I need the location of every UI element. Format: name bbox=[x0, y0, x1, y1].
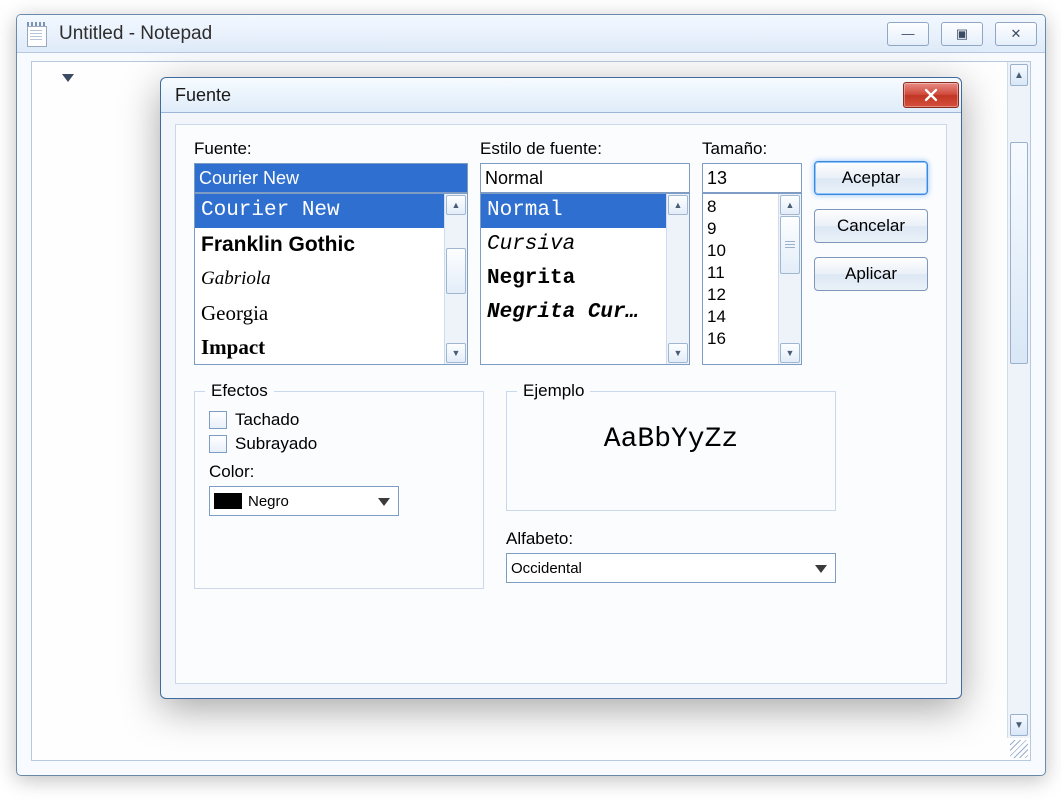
close-icon bbox=[924, 88, 938, 102]
font-listbox[interactable]: Courier New Franklin Gothic Gabriola Geo… bbox=[194, 193, 468, 365]
list-item[interactable]: 16 bbox=[707, 328, 775, 350]
script-combobox[interactable]: Occidental bbox=[506, 553, 836, 583]
dialog-title: Fuente bbox=[175, 85, 231, 106]
scroll-down-icon[interactable]: ▼ bbox=[446, 343, 466, 363]
list-item[interactable]: 11 bbox=[707, 262, 775, 284]
color-swatch-icon bbox=[214, 493, 242, 509]
resize-grip-icon[interactable] bbox=[1010, 740, 1028, 758]
main-window-title: Untitled - Notepad bbox=[59, 23, 212, 45]
font-dialog: Fuente Fuente: Courier New Franklin Goth… bbox=[160, 77, 962, 699]
list-item[interactable]: Franklin Gothic bbox=[195, 228, 445, 262]
scroll-up-icon[interactable]: ▲ bbox=[446, 195, 466, 215]
apply-button[interactable]: Aplicar bbox=[814, 257, 928, 291]
list-item[interactable]: 8 bbox=[707, 196, 775, 218]
list-item[interactable]: Negrita Cur… bbox=[481, 296, 667, 330]
main-titlebar[interactable]: Untitled - Notepad ― ▣ ✕ bbox=[17, 15, 1045, 53]
cancel-button[interactable]: Cancelar bbox=[814, 209, 928, 243]
effects-group: Efectos Tachado Subrayado Color: Negro bbox=[194, 391, 484, 589]
size-label: Tamaño: bbox=[702, 139, 802, 159]
list-item[interactable]: 10 bbox=[707, 240, 775, 262]
chevron-down-icon bbox=[378, 498, 390, 506]
strikeout-label: Tachado bbox=[235, 410, 299, 430]
list-item[interactable]: Impact bbox=[195, 330, 445, 364]
scroll-down-icon[interactable]: ▼ bbox=[1010, 714, 1028, 736]
style-list-scrollbar[interactable]: ▲ ▼ bbox=[666, 194, 689, 364]
color-label: Color: bbox=[209, 462, 469, 482]
underline-label: Subrayado bbox=[235, 434, 317, 454]
strikeout-checkbox[interactable]: Tachado bbox=[209, 410, 469, 430]
chevron-down-icon bbox=[815, 565, 827, 573]
size-listbox[interactable]: 8 9 10 11 12 14 16 ▲ ▼ bbox=[702, 193, 802, 365]
style-input[interactable] bbox=[480, 163, 690, 193]
style-listbox[interactable]: Normal Cursiva Negrita Negrita Cur… ▲ ▼ bbox=[480, 193, 690, 365]
style-label: Estilo de fuente: bbox=[480, 139, 690, 159]
dialog-close-button[interactable] bbox=[903, 82, 959, 108]
chevron-down-icon[interactable] bbox=[62, 74, 74, 82]
size-input[interactable] bbox=[702, 163, 802, 193]
font-input[interactable] bbox=[194, 163, 468, 193]
scroll-down-icon[interactable]: ▼ bbox=[668, 343, 688, 363]
list-item[interactable]: 9 bbox=[707, 218, 775, 240]
list-item[interactable]: Normal bbox=[481, 194, 667, 228]
list-item[interactable]: 14 bbox=[707, 306, 775, 328]
checkbox-icon bbox=[209, 411, 227, 429]
scroll-thumb[interactable] bbox=[780, 216, 800, 274]
notepad-icon bbox=[25, 22, 49, 46]
ok-button[interactable]: Aceptar bbox=[814, 161, 928, 195]
underline-checkbox[interactable]: Subrayado bbox=[209, 434, 469, 454]
font-list-scrollbar[interactable]: ▲ ▼ bbox=[444, 194, 467, 364]
sample-text: AaBbYyZz bbox=[521, 406, 821, 473]
font-label: Fuente: bbox=[194, 139, 468, 159]
sample-group: Ejemplo AaBbYyZz bbox=[506, 391, 836, 511]
scroll-up-icon[interactable]: ▲ bbox=[1010, 64, 1028, 86]
scroll-down-icon[interactable]: ▼ bbox=[780, 343, 800, 363]
color-value: Negro bbox=[248, 493, 289, 510]
scroll-thumb[interactable] bbox=[446, 248, 466, 294]
minimize-button[interactable]: ― bbox=[887, 22, 929, 46]
list-item[interactable]: 12 bbox=[707, 284, 775, 306]
scroll-up-icon[interactable]: ▲ bbox=[780, 195, 800, 215]
list-item[interactable]: Courier New bbox=[195, 194, 445, 228]
close-button[interactable]: ✕ bbox=[995, 22, 1037, 46]
list-item[interactable]: Gabriola bbox=[195, 262, 445, 296]
scroll-up-icon[interactable]: ▲ bbox=[668, 195, 688, 215]
list-item[interactable]: Cursiva bbox=[481, 228, 667, 262]
list-item[interactable]: Negrita bbox=[481, 262, 667, 296]
scroll-thumb[interactable] bbox=[1010, 142, 1028, 364]
effects-legend: Efectos bbox=[205, 381, 274, 401]
dialog-titlebar[interactable]: Fuente bbox=[161, 78, 961, 113]
size-list-scrollbar[interactable]: ▲ ▼ bbox=[778, 194, 801, 364]
sample-legend: Ejemplo bbox=[517, 381, 590, 401]
maximize-button[interactable]: ▣ bbox=[941, 22, 983, 46]
list-item[interactable]: Georgia bbox=[195, 296, 445, 330]
script-value: Occidental bbox=[511, 560, 582, 577]
main-scrollbar[interactable]: ▲ ▼ bbox=[1007, 62, 1030, 738]
script-label: Alfabeto: bbox=[506, 529, 836, 549]
color-combobox[interactable]: Negro bbox=[209, 486, 399, 516]
checkbox-icon bbox=[209, 435, 227, 453]
